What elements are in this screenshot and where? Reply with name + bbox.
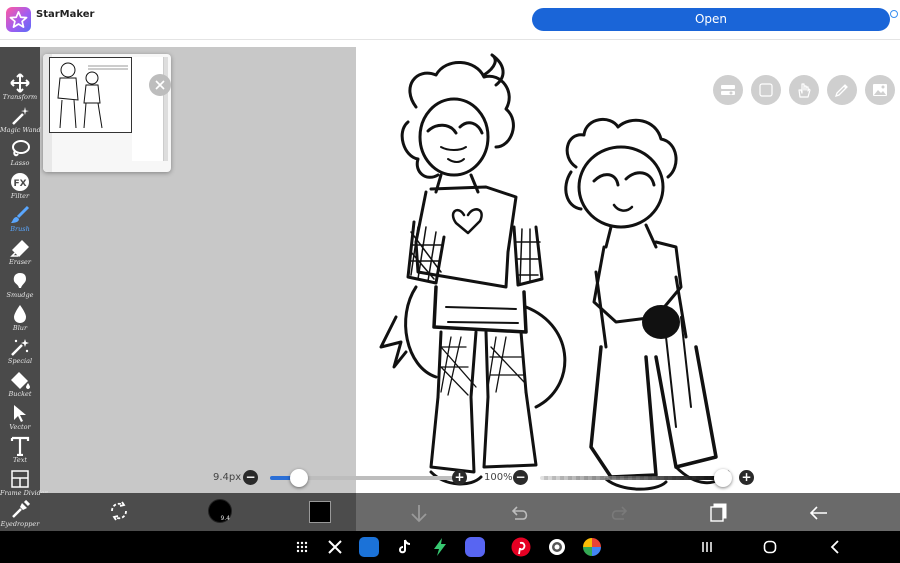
bottom-toolbar [40, 493, 900, 531]
recents-icon[interactable] [700, 540, 714, 554]
tool-special[interactable]: Special [0, 336, 40, 369]
tool-lasso[interactable]: Lasso [0, 138, 40, 171]
layer-settings-icon [721, 85, 735, 95]
tool-magic-wand[interactable]: Magic Wand [0, 105, 41, 138]
gallery-icon [873, 84, 887, 96]
tiktok-app-icon[interactable] [395, 538, 413, 556]
opacity-value: 100% [484, 472, 513, 483]
layer-settings-button[interactable] [713, 75, 743, 105]
tool-text[interactable]: Text [0, 435, 40, 468]
navigator-scrollbar[interactable] [164, 57, 168, 161]
gallery-button[interactable] [865, 75, 895, 105]
opacity-decrease-button[interactable]: − [513, 470, 528, 485]
ad-open-button[interactable]: Open [532, 8, 890, 31]
settings-app-icon[interactable] [547, 537, 567, 557]
x-app-icon[interactable] [327, 539, 343, 555]
close-icon[interactable] [149, 74, 171, 96]
svg-text:FX: FX [13, 179, 26, 189]
tool-palette: Transform Magic Wand Lasso FX Filter Bru… [0, 47, 48, 532]
photos-app-icon[interactable] [582, 537, 602, 557]
ad-banner[interactable]: StarMaker Open [0, 0, 900, 40]
color-swatch[interactable] [309, 501, 331, 523]
ibispaint-app-icon[interactable] [359, 537, 379, 557]
back-arrow-icon[interactable] [808, 502, 830, 524]
pencil-ruler-icon [834, 84, 848, 98]
undo-icon[interactable] [509, 502, 531, 524]
hand-button[interactable] [789, 75, 819, 105]
drawing-canvas[interactable] [356, 47, 900, 493]
tool-transform[interactable]: Transform [0, 72, 40, 105]
tool-eyedropper[interactable]: Eyedropper [0, 499, 40, 532]
eyedropper-icon [12, 500, 30, 518]
smudge-icon [13, 273, 26, 288]
canvas-navigator[interactable] [43, 54, 171, 172]
opacity-increase-button[interactable]: + [739, 470, 754, 485]
opacity-slider[interactable] [540, 476, 730, 480]
filter-icon: FX [11, 173, 29, 191]
tool-blur[interactable]: Blur [0, 303, 40, 336]
download-icon[interactable] [408, 502, 430, 524]
blur-icon [14, 305, 26, 323]
text-icon [10, 436, 30, 456]
transform-icon [10, 73, 30, 93]
bucket-icon [11, 372, 30, 389]
tool-eraser[interactable]: Eraser [0, 237, 40, 270]
lasso-icon [12, 140, 30, 157]
tool-bucket[interactable]: Bucket [0, 369, 40, 402]
brush-size-slider-handle[interactable] [289, 469, 308, 487]
sketch-artwork [379, 53, 730, 491]
ad-choices-icon[interactable] [890, 10, 898, 18]
lightning-app-icon[interactable] [430, 537, 450, 557]
frame-divider-icon [11, 470, 29, 488]
tool-brush[interactable]: Brush [0, 204, 40, 237]
app-root: StarMaker Open Transform Magic Wand Lass… [0, 0, 900, 563]
hand-icon [798, 83, 811, 98]
opacity-slider-handle[interactable] [714, 469, 732, 487]
back-icon[interactable] [829, 540, 843, 554]
tool-frame-divider[interactable]: Frame Divider [0, 468, 48, 501]
navigator-viewport[interactable] [49, 57, 132, 133]
ad-app-name: StarMaker [36, 9, 95, 20]
app-grid-icon[interactable] [296, 541, 308, 553]
navigator-thumbnail [57, 62, 128, 129]
tool-filter[interactable]: FX Filter [0, 171, 40, 204]
brush-size-increase-button[interactable]: + [452, 470, 467, 485]
discord-app-icon[interactable] [465, 537, 485, 557]
blank-button[interactable] [751, 75, 781, 105]
brush-size-value: 9.4px [213, 472, 242, 483]
blank-icon [759, 83, 773, 97]
transform-rotate-icon[interactable] [108, 500, 130, 522]
tool-smudge[interactable]: Smudge [0, 270, 40, 303]
layers-icon[interactable] [708, 500, 730, 522]
tool-vector[interactable]: Vector [0, 402, 40, 435]
brush-preview[interactable]: 9.4 [208, 499, 232, 523]
redo-icon[interactable] [608, 502, 630, 524]
brush-icon [11, 205, 30, 223]
pinterest-app-icon[interactable] [511, 537, 531, 557]
special-icon [11, 339, 29, 356]
system-navigation-bar [0, 531, 900, 563]
brush-size-decrease-button[interactable]: − [243, 470, 258, 485]
home-icon[interactable] [763, 540, 777, 554]
starmaker-logo-icon[interactable] [6, 7, 31, 32]
pencil-ruler-button[interactable] [827, 75, 857, 105]
vector-icon [14, 405, 26, 422]
magic-wand-icon [12, 107, 29, 125]
eraser-icon [10, 240, 29, 257]
